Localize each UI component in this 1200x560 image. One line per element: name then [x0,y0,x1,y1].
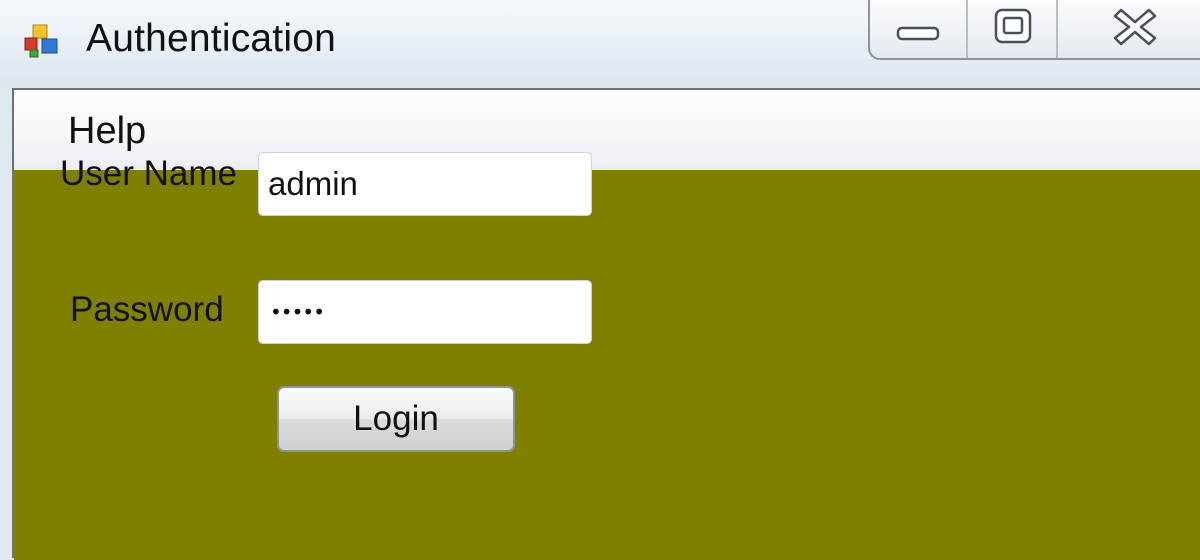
password-label: Password [70,290,224,329]
maximize-button[interactable] [966,0,1058,58]
login-button[interactable]: Login [277,386,515,452]
minimize-icon [896,26,940,41]
close-icon [1113,8,1157,46]
caption-buttons [868,0,1200,60]
window-title: Authentication [86,17,336,60]
authentication-form-area [14,170,1200,560]
maximize-icon [994,8,1032,44]
application-window-icon [24,24,58,58]
minimize-button[interactable] [870,0,966,58]
username-label: User Name [60,154,237,193]
password-input[interactable] [258,280,592,344]
menu-item-help[interactable]: Help [54,104,160,159]
title-bar: Authentication [0,0,1200,88]
close-button[interactable] [1056,0,1200,58]
username-input[interactable] [258,152,592,216]
